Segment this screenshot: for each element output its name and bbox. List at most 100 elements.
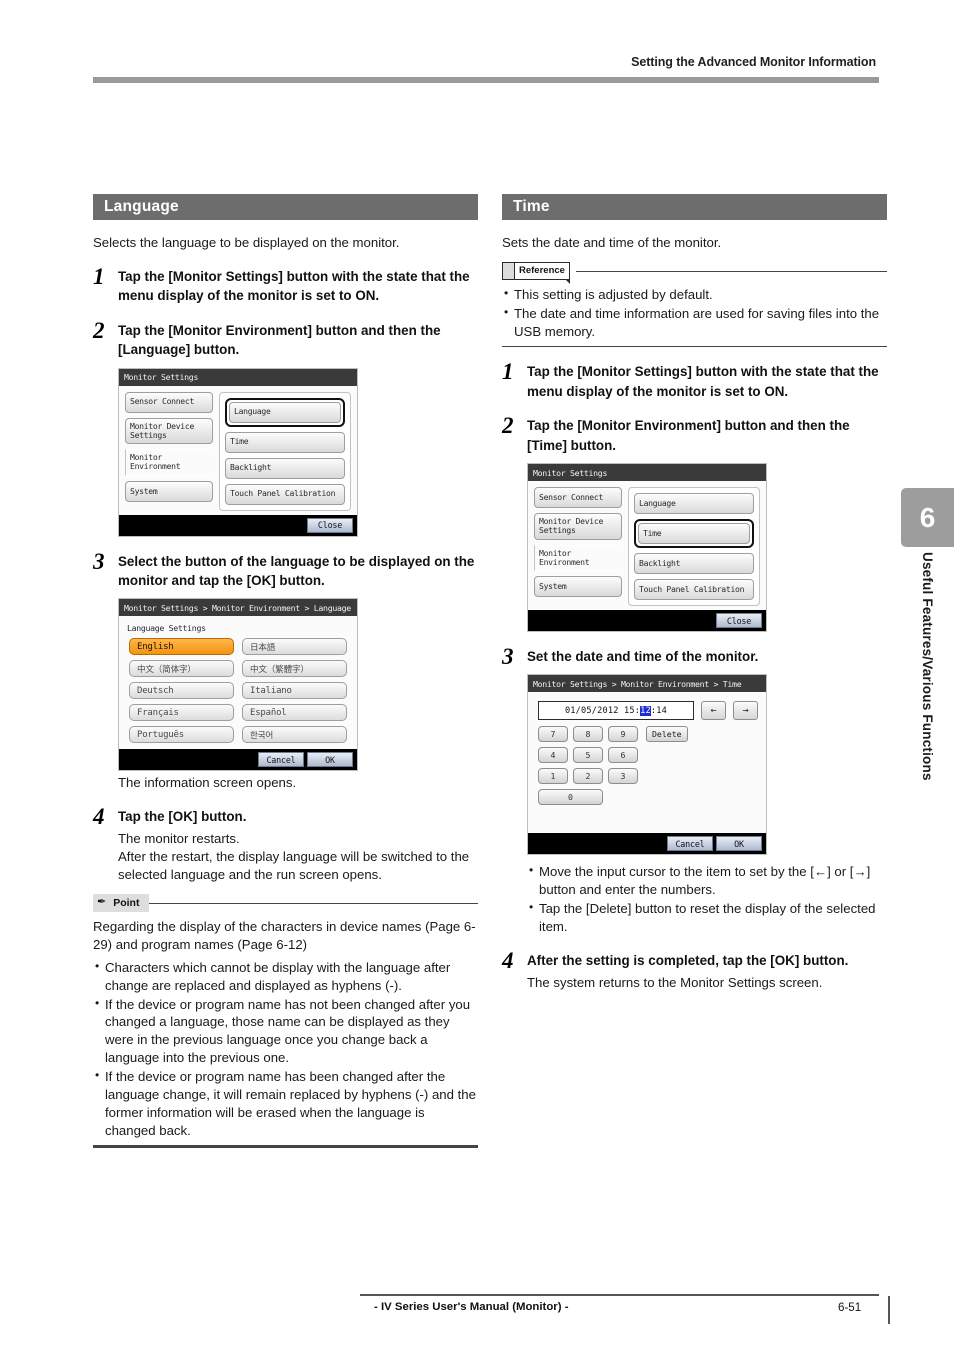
device-footer: Cancel OK xyxy=(119,749,357,771)
language-option-portugues[interactable]: Português xyxy=(129,726,234,744)
language-intro: Selects the language to be displayed on … xyxy=(93,235,400,250)
device-button-time-wrap: Time xyxy=(634,519,754,549)
device-footer: Cancel OK xyxy=(528,833,766,855)
device-button-system[interactable]: System xyxy=(534,576,622,598)
language-option-francais[interactable]: Français xyxy=(129,704,234,722)
device-button-cancel[interactable]: Cancel xyxy=(667,836,713,852)
header-rule xyxy=(93,77,879,83)
arrow-right-icon[interactable]: → xyxy=(733,701,758,721)
device-button-sensor-connect[interactable]: Sensor Connect xyxy=(125,391,213,413)
footer-tick-mark xyxy=(888,1296,890,1324)
key-4[interactable]: 4 xyxy=(538,747,568,764)
key-1[interactable]: 1 xyxy=(538,768,568,785)
time-intro: Sets the date and time of the monitor. xyxy=(502,235,722,250)
device-button-monitor-environment[interactable]: Monitor Environment xyxy=(125,449,213,476)
reference-note-block: Reference This setting is adjusted by de… xyxy=(502,261,887,348)
device-button-time[interactable]: Time xyxy=(225,431,345,453)
step-1: 1 Tap the [Monitor Settings] button with… xyxy=(502,359,887,401)
device-footer: Close xyxy=(119,514,357,536)
key-3[interactable]: 3 xyxy=(608,768,638,785)
right-column: Time Sets the date and time of the monit… xyxy=(502,194,887,992)
step-number: 4 xyxy=(93,804,105,830)
datetime-input[interactable]: 01/05/2012 15: 12:14 xyxy=(538,701,694,721)
device-titlebar: Monitor Settings xyxy=(119,368,357,386)
device-button-close[interactable]: Close xyxy=(307,517,353,533)
device-button-delete[interactable]: Delete xyxy=(646,726,688,743)
device-titlebar: Monitor Settings xyxy=(528,464,766,482)
datetime-prefix: 01/05/2012 15: xyxy=(564,705,641,716)
device-button-language[interactable]: Language xyxy=(229,401,341,423)
device-button-touch-panel-calibration[interactable]: Touch Panel Calibration xyxy=(634,579,754,601)
step-number: 2 xyxy=(502,413,514,439)
screenshot-time-settings: Monitor Settings > Monitor Environment >… xyxy=(527,674,767,856)
reference-bullet: The date and time information are used f… xyxy=(502,304,887,341)
key-6[interactable]: 6 xyxy=(608,747,638,764)
language-option-japanese[interactable]: 日本語 xyxy=(242,638,347,656)
page-footer: - IV Series User's Manual (Monitor) - 6-… xyxy=(0,1288,954,1348)
point-note-bottom-rule xyxy=(93,1145,478,1148)
numeric-keypad: 7 8 9 4 5 6 1 2 3 0 xyxy=(538,726,638,806)
step-text: Tap the [OK] button. xyxy=(118,809,247,825)
device-button-monitor-device-settings[interactable]: Monitor Device Settings xyxy=(125,417,213,445)
key-2[interactable]: 2 xyxy=(573,768,603,785)
point-bullet: Characters which cannot be display with … xyxy=(93,958,478,995)
datetime-cursor-segment: 12 xyxy=(640,705,651,716)
language-option-deutsch[interactable]: Deutsch xyxy=(129,682,234,700)
device-button-monitor-device-settings[interactable]: Monitor Device Settings xyxy=(534,513,622,540)
device-button-ok[interactable]: OK xyxy=(716,836,762,852)
device-button-language[interactable]: Language xyxy=(634,493,754,515)
step-3-after-text: The information screen opens. xyxy=(118,775,297,791)
chapter-tab-number: 6 xyxy=(901,488,954,547)
language-option-chinese-simplified[interactable]: 中文（简体字） xyxy=(129,660,234,678)
point-bullet: If the device or program name has not be… xyxy=(93,995,478,1068)
device-button-time[interactable]: Time xyxy=(638,523,750,545)
point-note-header: ✒ Point xyxy=(93,893,478,913)
language-option-english[interactable]: English xyxy=(129,638,234,656)
device-button-touch-panel-calibration[interactable]: Touch Panel Calibration xyxy=(225,483,345,505)
time-note-list: Move the input cursor to the item to set… xyxy=(527,862,887,936)
step-text: Tap the [Monitor Settings] button with t… xyxy=(527,364,879,399)
section-heading-time: Time xyxy=(502,194,887,220)
screenshot-language-settings: Monitor Settings > Monitor Environment >… xyxy=(118,598,358,772)
device-button-ok[interactable]: OK xyxy=(307,752,353,768)
point-bullet: If the device or program name has been c… xyxy=(93,1067,478,1140)
step-4: 4 After the setting is completed, tap th… xyxy=(502,948,887,991)
point-paragraph: Regarding the display of the characters … xyxy=(93,918,476,952)
section-heading-label: Language xyxy=(104,198,179,215)
step-number: 3 xyxy=(502,644,514,670)
device-button-sensor-connect[interactable]: Sensor Connect xyxy=(534,487,622,509)
language-option-korean[interactable]: 한국어 xyxy=(242,726,347,744)
device-button-close[interactable]: Close xyxy=(716,613,762,629)
device-button-backlight[interactable]: Backlight xyxy=(634,553,754,575)
key-8[interactable]: 8 xyxy=(573,726,603,743)
step-1: 1 Tap the [Monitor Settings] button with… xyxy=(93,264,478,306)
language-option-chinese-traditional[interactable]: 中文（繁體字） xyxy=(242,660,347,678)
key-9[interactable]: 9 xyxy=(608,726,638,743)
language-option-espanol[interactable]: Español xyxy=(242,704,347,722)
step-number: 3 xyxy=(93,548,105,574)
device-titlebar: Monitor Settings > Monitor Environment >… xyxy=(119,599,357,617)
device-button-backlight[interactable]: Backlight xyxy=(225,457,345,479)
reference-tag-label: Reference xyxy=(515,261,570,284)
reference-tag: Reference xyxy=(502,261,576,284)
device-spacer xyxy=(534,805,760,829)
language-option-italiano[interactable]: Italiano xyxy=(242,682,347,700)
device-subtitle: Language Settings xyxy=(127,623,206,634)
reference-note-header: Reference xyxy=(502,261,887,284)
device-titlebar: Monitor Settings > Monitor Environment >… xyxy=(528,675,766,693)
key-7[interactable]: 7 xyxy=(538,726,568,743)
footer-rule xyxy=(360,1294,879,1296)
step-4-body: The system returns to the Monitor Settin… xyxy=(527,974,823,990)
key-5[interactable]: 5 xyxy=(573,747,603,764)
reference-bullet: This setting is adjusted by default. xyxy=(502,285,887,304)
step-3: 3 Set the date and time of the monitor. … xyxy=(502,644,887,936)
footer-manual-title: - IV Series User's Manual (Monitor) - xyxy=(374,1301,569,1313)
device-button-system[interactable]: System xyxy=(125,480,213,502)
key-0[interactable]: 0 xyxy=(538,789,603,806)
arrow-left-icon[interactable]: ← xyxy=(701,701,726,721)
chapter-tab-label: Useful Features/Various Functions xyxy=(920,552,935,781)
step-3: 3 Select the button of the language to b… xyxy=(93,548,478,793)
device-button-cancel[interactable]: Cancel xyxy=(258,752,304,768)
device-button-monitor-environment[interactable]: Monitor Environment xyxy=(534,544,622,572)
device-footer: Close xyxy=(528,610,766,632)
